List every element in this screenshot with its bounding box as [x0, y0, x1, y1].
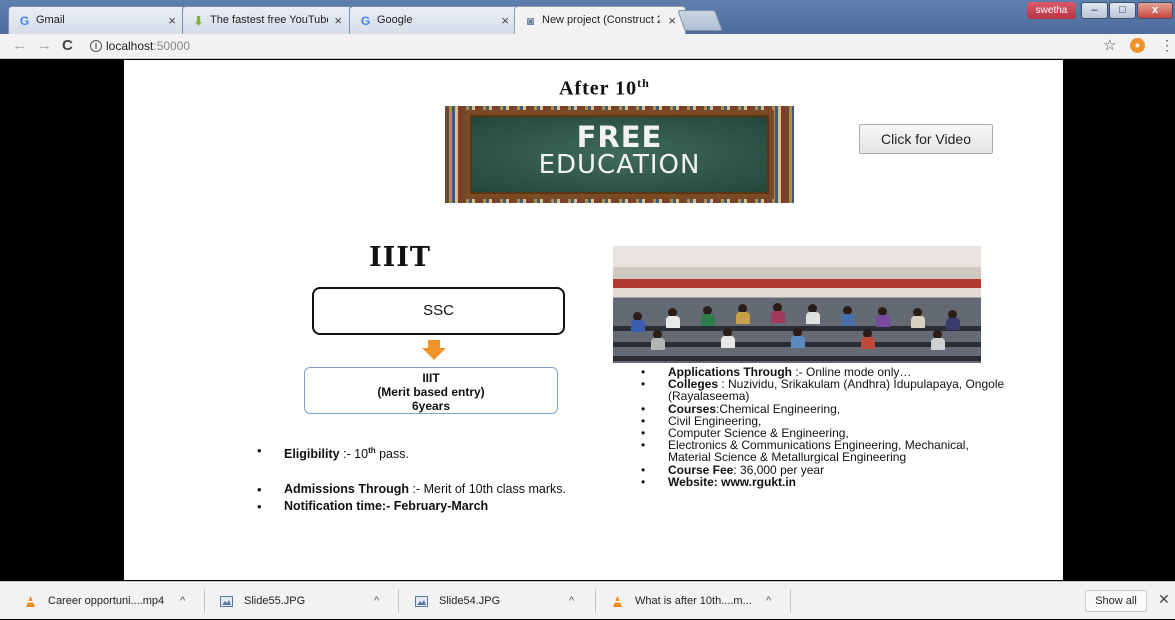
bullet-tail: pass. [375, 447, 409, 462]
slide: After 10th FREE EDUCATION Click for Vide… [124, 60, 1063, 580]
browser-toolbar: ← → C i localhost:50000 ☆ ● ⋮ [0, 34, 1175, 59]
iiit-box: IIIT (Merit based entry) 6years [304, 367, 558, 414]
google-g-icon: G [360, 14, 371, 28]
bookmark-star-icon[interactable]: ☆ [1103, 36, 1116, 54]
download-arrow-icon: ⬇ [193, 14, 204, 28]
chalkboard-frame: FREE EDUCATION [465, 110, 774, 199]
bullet-text: Electronics & Communications Engineering… [668, 438, 969, 465]
iiit-box-line2: (Merit based entry) [377, 385, 485, 399]
bullet-bold: Eligibility [284, 447, 340, 462]
iiit-box-line3: 6years [411, 399, 451, 413]
slide-title-text: After 10 [559, 77, 638, 100]
chevron-up-icon[interactable]: ^ [766, 582, 771, 620]
close-icon[interactable]: × [168, 13, 176, 28]
maximize-button[interactable]: □ [1109, 2, 1136, 19]
bullet-bold: Admissions Through [284, 482, 409, 497]
google-g-icon: G [19, 14, 30, 28]
vlc-cone-icon [26, 596, 35, 607]
info-icon[interactable]: i [90, 40, 102, 52]
ssc-box: SSC [312, 287, 565, 335]
back-arrow-icon[interactable]: ← [12, 37, 27, 54]
bullet-text: :- Merit of 10th class marks. [409, 482, 566, 497]
bullet-eligibility: Eligibility :- 10th pass. [257, 444, 637, 461]
close-window-button[interactable]: x [1137, 2, 1173, 19]
close-icon[interactable]: × [501, 13, 509, 28]
bullet-bold: Website: www.rgukt.in [668, 474, 797, 489]
click-for-video-button[interactable]: Click for Video [859, 124, 993, 154]
image-file-icon [415, 596, 428, 607]
download-item[interactable]: Slide55.JPG ^ [196, 582, 391, 620]
slide-title: After 10th [559, 76, 650, 101]
profile-badge[interactable]: swetha [1027, 2, 1076, 19]
free-education-image: FREE EDUCATION [445, 106, 794, 203]
arrow-down-icon [422, 340, 446, 360]
show-all-button[interactable]: Show all [1085, 590, 1147, 612]
page-viewport: After 10th FREE EDUCATION Click for Vide… [6, 60, 1168, 580]
board-line1: FREE [576, 120, 663, 154]
right-bullet-list: Applications Through :- Online mode only… [641, 366, 1041, 488]
close-icon[interactable]: × [668, 13, 676, 28]
close-icon[interactable]: × [334, 13, 342, 28]
chevron-up-icon[interactable]: ^ [374, 582, 379, 620]
forward-arrow-icon[interactable]: → [37, 37, 52, 54]
bullet-admissions: Admissions Through :- Merit of 10th clas… [257, 482, 617, 497]
close-icon[interactable]: ✕ [1158, 591, 1170, 608]
bullet-website: Website: www.rgukt.in [641, 474, 1041, 489]
iiit-box-line1: IIIT [422, 371, 440, 385]
bullet-notification: Notification time:- February-March [257, 499, 637, 514]
download-filename: Career opportuni....mp4 [48, 595, 165, 607]
tab-label: Gmail [36, 14, 65, 26]
download-filename: Slide55.JPG [244, 595, 306, 607]
classroom-photo [613, 246, 981, 363]
bullet-ece: Electronics & Communications Engineering… [641, 439, 981, 463]
tab-gmail[interactable]: G Gmail × [8, 6, 186, 34]
address-bar[interactable]: i localhost:50000 [88, 36, 1098, 56]
bullet-bold: Notification time:- February-March [284, 499, 489, 514]
chevron-up-icon[interactable]: ^ [180, 582, 185, 620]
bullet-sup: th [368, 446, 376, 455]
iiit-heading: IIIT [369, 242, 431, 273]
tab-label: Google [377, 14, 413, 26]
extension-icon[interactable]: ● [1130, 38, 1145, 53]
construct-icon: ◙ [526, 14, 535, 28]
image-file-icon [220, 596, 233, 607]
download-item[interactable]: Career opportuni....mp4 ^ [0, 582, 200, 620]
tab-youtube-downloader[interactable]: ⬇ The fastest free YouTube × [182, 6, 352, 34]
chevron-up-icon[interactable]: ^ [569, 582, 574, 620]
slide-title-sup: th [637, 76, 650, 90]
tab-label: New project (Construct 2 [542, 14, 660, 26]
menu-dots-icon[interactable]: ⋮ [1160, 37, 1174, 53]
tab-google[interactable]: G Google × [349, 6, 519, 34]
bullet-text: :- 10 [339, 447, 369, 462]
download-shelf: Career opportuni....mp4 ^ Slide55.JPG ^ … [0, 581, 1175, 619]
tab-label: The fastest free YouTube [210, 14, 328, 26]
reload-icon[interactable]: C [62, 37, 73, 54]
download-item[interactable]: What is after 10th....m... ^ [587, 582, 792, 620]
url-host: localhost [106, 39, 154, 53]
minimize-button[interactable]: – [1081, 2, 1108, 19]
left-bullet-list: Eligibility :- 10th pass. Admissions Thr… [257, 444, 637, 513]
board-line2: EDUCATION [538, 150, 701, 180]
download-item[interactable]: Slide54.JPG ^ [391, 582, 591, 620]
tab-construct-project[interactable]: ◙ New project (Construct 2 × [514, 6, 686, 35]
tab-strip: G Gmail × ⬇ The fastest free YouTube × G… [0, 0, 1175, 35]
bullet-colleges: Colleges : Nuzividu, Srikakulam (Andhra)… [641, 378, 1041, 402]
new-tab-button[interactable] [677, 10, 723, 31]
download-filename: What is after 10th....m... [635, 595, 752, 607]
url-port: :50000 [153, 39, 191, 53]
download-filename: Slide54.JPG [439, 595, 501, 607]
vlc-cone-icon [613, 596, 622, 607]
chalkboard: FREE EDUCATION [470, 115, 769, 194]
bullet-text: : Nuzividu, Srikakulam (Andhra) Idupulap… [668, 377, 1005, 404]
